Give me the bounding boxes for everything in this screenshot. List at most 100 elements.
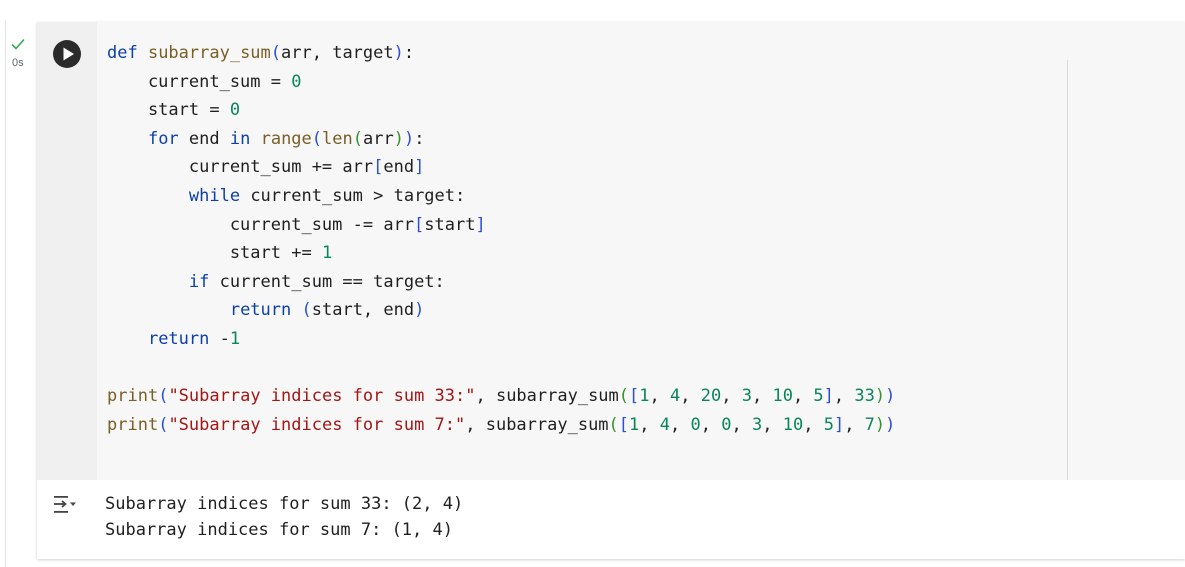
- code-token: ]: [414, 157, 425, 178]
- code-token: 0: [721, 414, 732, 435]
- code-token: ,: [680, 386, 701, 407]
- code-line: start = 0: [107, 96, 895, 125]
- code-token: 10: [772, 386, 793, 407]
- code-token: start =: [107, 100, 230, 121]
- code-token: 3: [741, 386, 752, 407]
- code-token: current_sum += arr: [107, 157, 374, 178]
- code-token: print: [107, 414, 159, 435]
- code-token: ,: [751, 386, 773, 407]
- code-token: ,: [844, 414, 865, 435]
- code-line: for end in range(len(arr)):: [107, 125, 895, 154]
- code-token: ,: [762, 414, 783, 435]
- code-token: 4: [670, 386, 681, 407]
- code-token: 4: [659, 414, 671, 435]
- code-line: return -1: [107, 325, 895, 354]
- code-token: current_sum =: [107, 71, 292, 92]
- play-icon: [63, 47, 74, 61]
- code-token: (: [270, 43, 282, 63]
- code-token: 5: [813, 386, 824, 407]
- code-token: "Subarray indices for sum 33:": [168, 386, 476, 407]
- code-token: ]: [823, 386, 834, 407]
- code-token: print: [107, 386, 159, 407]
- code-token: if: [188, 271, 210, 292]
- code-token: 0: [291, 71, 302, 92]
- code-token: :: [414, 128, 425, 149]
- code-token: ]: [475, 214, 486, 235]
- code-token: return: [147, 328, 210, 349]
- code-token: ): [874, 414, 886, 435]
- code-token: [: [629, 386, 640, 407]
- code-line: current_sum -= arr[start]: [107, 211, 895, 240]
- code-token: ,: [649, 386, 671, 407]
- output-text: Subarray indices for sum 33: (2, 4) Subar…: [105, 491, 463, 543]
- code-token: 3: [751, 414, 763, 435]
- code-token: 0: [229, 100, 241, 121]
- code-line: current_sum += arr[end]: [107, 153, 895, 182]
- code-cell[interactable]: def subarray_sum(arr, target): current_s…: [37, 22, 1185, 559]
- code-token: (: [618, 386, 630, 407]
- checkmark-icon: [11, 38, 25, 50]
- code-token: 1: [229, 328, 241, 349]
- code-token: len: [322, 128, 353, 149]
- code-token: (: [158, 414, 169, 435]
- code-token: 20: [700, 386, 722, 407]
- code-token: 1: [639, 386, 650, 407]
- code-token: 5: [823, 414, 834, 435]
- code-token: 33: [854, 386, 875, 407]
- code-token: ): [885, 386, 896, 407]
- code-token: ): [885, 414, 896, 435]
- code-token: end: [178, 128, 230, 149]
- code-line: if current_sum == target:: [107, 268, 895, 297]
- code-token: arr: [363, 128, 394, 149]
- code-token: subarray_sum: [147, 43, 271, 63]
- code-token: ): [414, 300, 425, 321]
- code-token: start +=: [107, 243, 322, 264]
- rail-divider: [5, 20, 6, 567]
- code-token: ,: [792, 386, 814, 407]
- code-token: 7: [864, 414, 875, 435]
- run-cell-button[interactable]: [53, 40, 81, 68]
- code-token: , subarray_sum: [465, 414, 609, 435]
- code-token: (: [352, 128, 363, 149]
- code-line: print("Subarray indices for sum 7:", sub…: [107, 411, 895, 440]
- code-token: for: [147, 128, 179, 149]
- code-token: , subarray_sum: [475, 386, 619, 407]
- code-token: [: [618, 414, 630, 435]
- code-token: current_sum > target:: [240, 185, 466, 206]
- code-token: (: [608, 414, 619, 435]
- code-token: ): [393, 43, 404, 63]
- code-token: -: [209, 328, 230, 349]
- code-token: current_sum -= arr: [107, 214, 415, 235]
- code-token: ,: [670, 414, 691, 435]
- code-token: ,: [731, 414, 752, 435]
- code-token: arr, target: [281, 43, 394, 63]
- code-token: ): [393, 128, 404, 149]
- code-token: end: [383, 157, 415, 178]
- code-token: (: [311, 128, 323, 149]
- code-token: in: [229, 128, 251, 149]
- code-line: print ( "Subarray indices for sum 33:", su…: [107, 382, 895, 411]
- code-token: start, end: [311, 300, 415, 321]
- code-line: while current_sum > target:: [107, 182, 895, 211]
- code-token: [: [414, 214, 425, 235]
- code-text[interactable]: def subarray_sum(arr, target): current_s…: [107, 39, 895, 439]
- output-toggle-icon[interactable]: [51, 492, 77, 518]
- code-token: while: [188, 185, 241, 206]
- cell-gutter: [37, 22, 97, 480]
- code-token: return: [229, 300, 292, 321]
- code-token: def: [107, 43, 148, 63]
- code-token: 1: [321, 243, 333, 264]
- output-line: Subarray indices for sum 33: (2, 4): [105, 494, 464, 514]
- code-token: 0: [690, 414, 701, 435]
- code-token: ,: [803, 414, 824, 435]
- code-token: ,: [700, 414, 722, 435]
- code-token: ,: [721, 386, 742, 407]
- code-token: 1: [629, 414, 640, 435]
